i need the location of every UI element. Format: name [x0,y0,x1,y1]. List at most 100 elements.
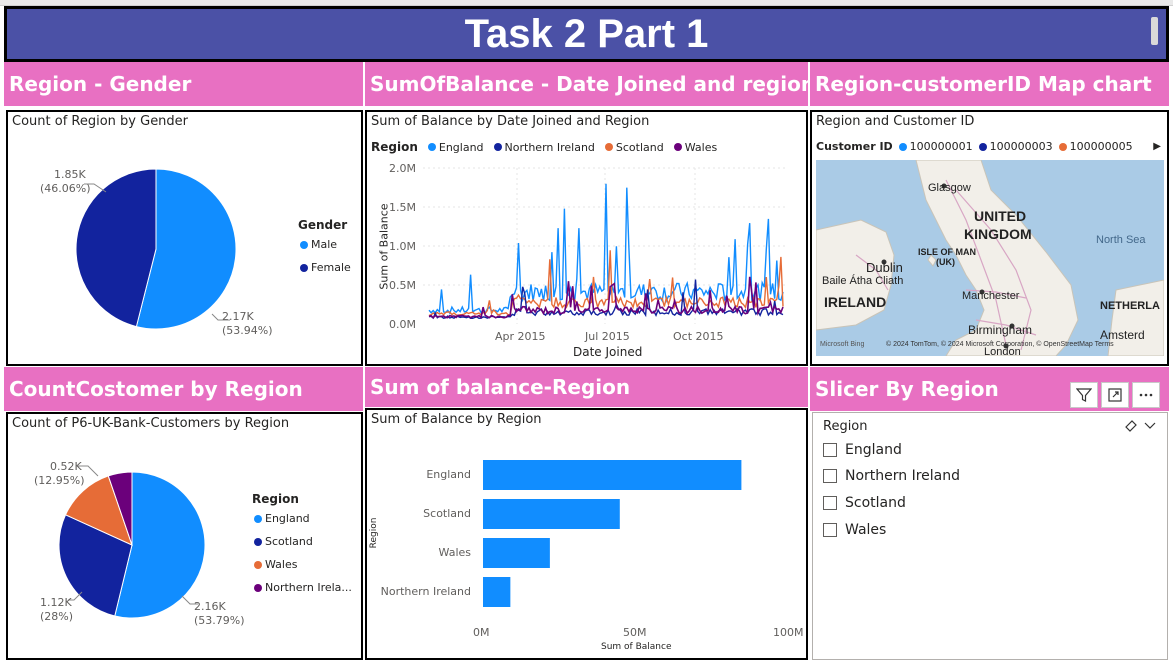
map-label-glasgow: Glasgow [928,182,971,194]
map-netherlands [1107,279,1164,356]
legend-item-scotland[interactable]: Scotland [254,535,313,548]
slicer-item-northern-ireland[interactable]: Northern Ireland [823,468,960,484]
map-label-uk: UNITED [974,208,1027,224]
data-label-value: 0.52K [50,460,82,473]
scrollbar-thumb[interactable] [1151,17,1158,45]
map-bing-logo: Microsoft Bing [820,341,865,348]
data-label-pct: (28%) [40,610,74,623]
bar-chart-svg [483,460,742,607]
legend-title: Customer ID [816,140,893,153]
data-label-pct: (12.95%) [34,474,85,487]
legend-dot [300,240,308,249]
slicer-item-wales[interactable]: Wales [823,522,886,538]
legend-item-northern-ireland[interactable]: Northern Irela... [254,581,352,594]
bar-england[interactable] [483,460,742,490]
section-header-count-region: CountCostomer by Region [4,367,363,411]
data-label-pct: (53.94%) [222,324,273,337]
map-label-dublin: Dublin [866,260,903,275]
gender-pie-panel[interactable]: Count of Region by Gender 1.85K (46.06%)… [6,110,363,366]
legend-label: 100000003 [989,140,1053,153]
map-canvas[interactable]: Glasgow UNITED KINGDOM North Sea ISLE OF… [816,160,1164,356]
section-header-balance-date: SumOfBalance - Date Joined and region [365,62,808,106]
slicer-item-england[interactable]: England [823,442,902,458]
region-slicer-panel[interactable]: Region England Northern Ireland Scotland… [812,412,1168,660]
focus-mode-icon[interactable] [1101,382,1129,408]
checkbox[interactable] [823,443,837,457]
legend-item-male[interactable]: Male [300,238,337,251]
x-tick: 100M [773,626,804,639]
map-label-netherlands: NETHERLA [1100,300,1160,312]
legend-dot [300,263,308,272]
legend-item-wales[interactable]: Wales [254,558,297,571]
filter-icon[interactable] [1070,382,1098,408]
title-banner: Task 2 Part 1 [4,6,1169,62]
visual-header-toolbar [1070,382,1160,408]
legend-dot [1058,142,1067,151]
map-label-amsterdam: Amsterd [1100,328,1145,342]
section-header-region-gender: Region - Gender [4,62,363,106]
balance-line-panel[interactable]: Sum of Balance by Date Joined and Region… [365,110,808,366]
x-axis-title: Sum of Balance [601,642,672,652]
chevron-down-icon[interactable] [1143,417,1157,436]
legend-dot [254,560,262,569]
legend-label: Scotland [265,535,313,548]
map-label-birmingham: Birmingham [968,323,1033,337]
more-options-icon[interactable] [1132,382,1160,408]
section-header-balance-region: Sum of balance-Region [365,367,808,407]
map-label-baile: Baile Átha Cliath [822,275,904,287]
line-series-england[interactable] [428,183,784,315]
slicer-item-label: England [845,442,902,458]
data-label-pct: (53.79%) [194,614,245,627]
page-title: Task 2 Part 1 [464,11,709,56]
x-tick: Apr 2015 [495,330,546,343]
legend-item-female[interactable]: Female [300,261,351,274]
checkbox[interactable] [823,523,837,537]
map-label-ireland: IRELAND [824,294,887,310]
slicer-item-scotland[interactable]: Scotland [823,495,906,511]
legend-next-arrow-icon[interactable]: ▶ [1153,141,1161,152]
balance-bar-panel[interactable]: Sum of Balance by Region Region England S… [365,408,808,660]
checkbox[interactable] [823,496,837,510]
x-tick: Oct 2015 [673,330,724,343]
legend-dot [254,514,262,523]
legend-label: Wales [265,558,298,571]
legend-dot [898,142,907,151]
data-label-value: 1.85K [54,168,86,181]
bar-northern-ireland[interactable] [483,577,511,607]
legend-label: Female [311,261,351,274]
legend-title: Region [252,492,299,506]
count-pie-panel[interactable]: Count of P6-UK-Bank-Customers by Region … [6,412,363,660]
map-label-north-sea: North Sea [1096,234,1146,246]
legend-item[interactable]: 100000003 [978,140,1053,153]
line-chart-svg [423,167,787,324]
legend-dot [254,583,262,592]
data-label-pct: (46.06%) [40,182,91,195]
map-label-manchester: Manchester [962,290,1020,302]
legend-item[interactable]: 100000005 [1058,140,1133,153]
chart-title: Region and Customer ID [816,114,975,129]
slicer-title: Region [823,419,868,434]
legend-item[interactable]: 100000001 [898,140,973,153]
map-panel[interactable]: Region and Customer ID Customer ID 10000… [810,110,1169,366]
slicer-item-label: Wales [845,522,887,538]
map-label-kingdom: KINGDOM [964,226,1032,242]
legend-label: Male [311,238,338,251]
section-header-map: Region-customerID Map chart [810,62,1169,106]
legend-dot [254,537,262,546]
legend-label: Northern Irela... [265,581,352,594]
bar-scotland[interactable] [483,499,620,529]
x-axis-title: Date Joined [573,345,643,359]
legend-item-england[interactable]: England [254,512,310,525]
map-credits[interactable]: © 2024 TomTom, © 2024 Microsoft Corporat… [886,341,1114,348]
map-label-uk-dependency: (UK) [936,257,955,267]
map-label-isle-of-man: ISLE OF MAN [918,247,976,257]
x-tick: 0M [473,626,490,639]
legend-title: Gender [298,218,348,232]
slicer-item-label: Scotland [845,495,906,511]
eraser-icon[interactable] [1123,417,1139,437]
data-label-value: 1.12K [40,596,72,609]
checkbox[interactable] [823,469,837,483]
legend-label: 100000005 [1069,140,1133,153]
bar-wales[interactable] [483,538,550,568]
legend-label: England [265,512,310,525]
